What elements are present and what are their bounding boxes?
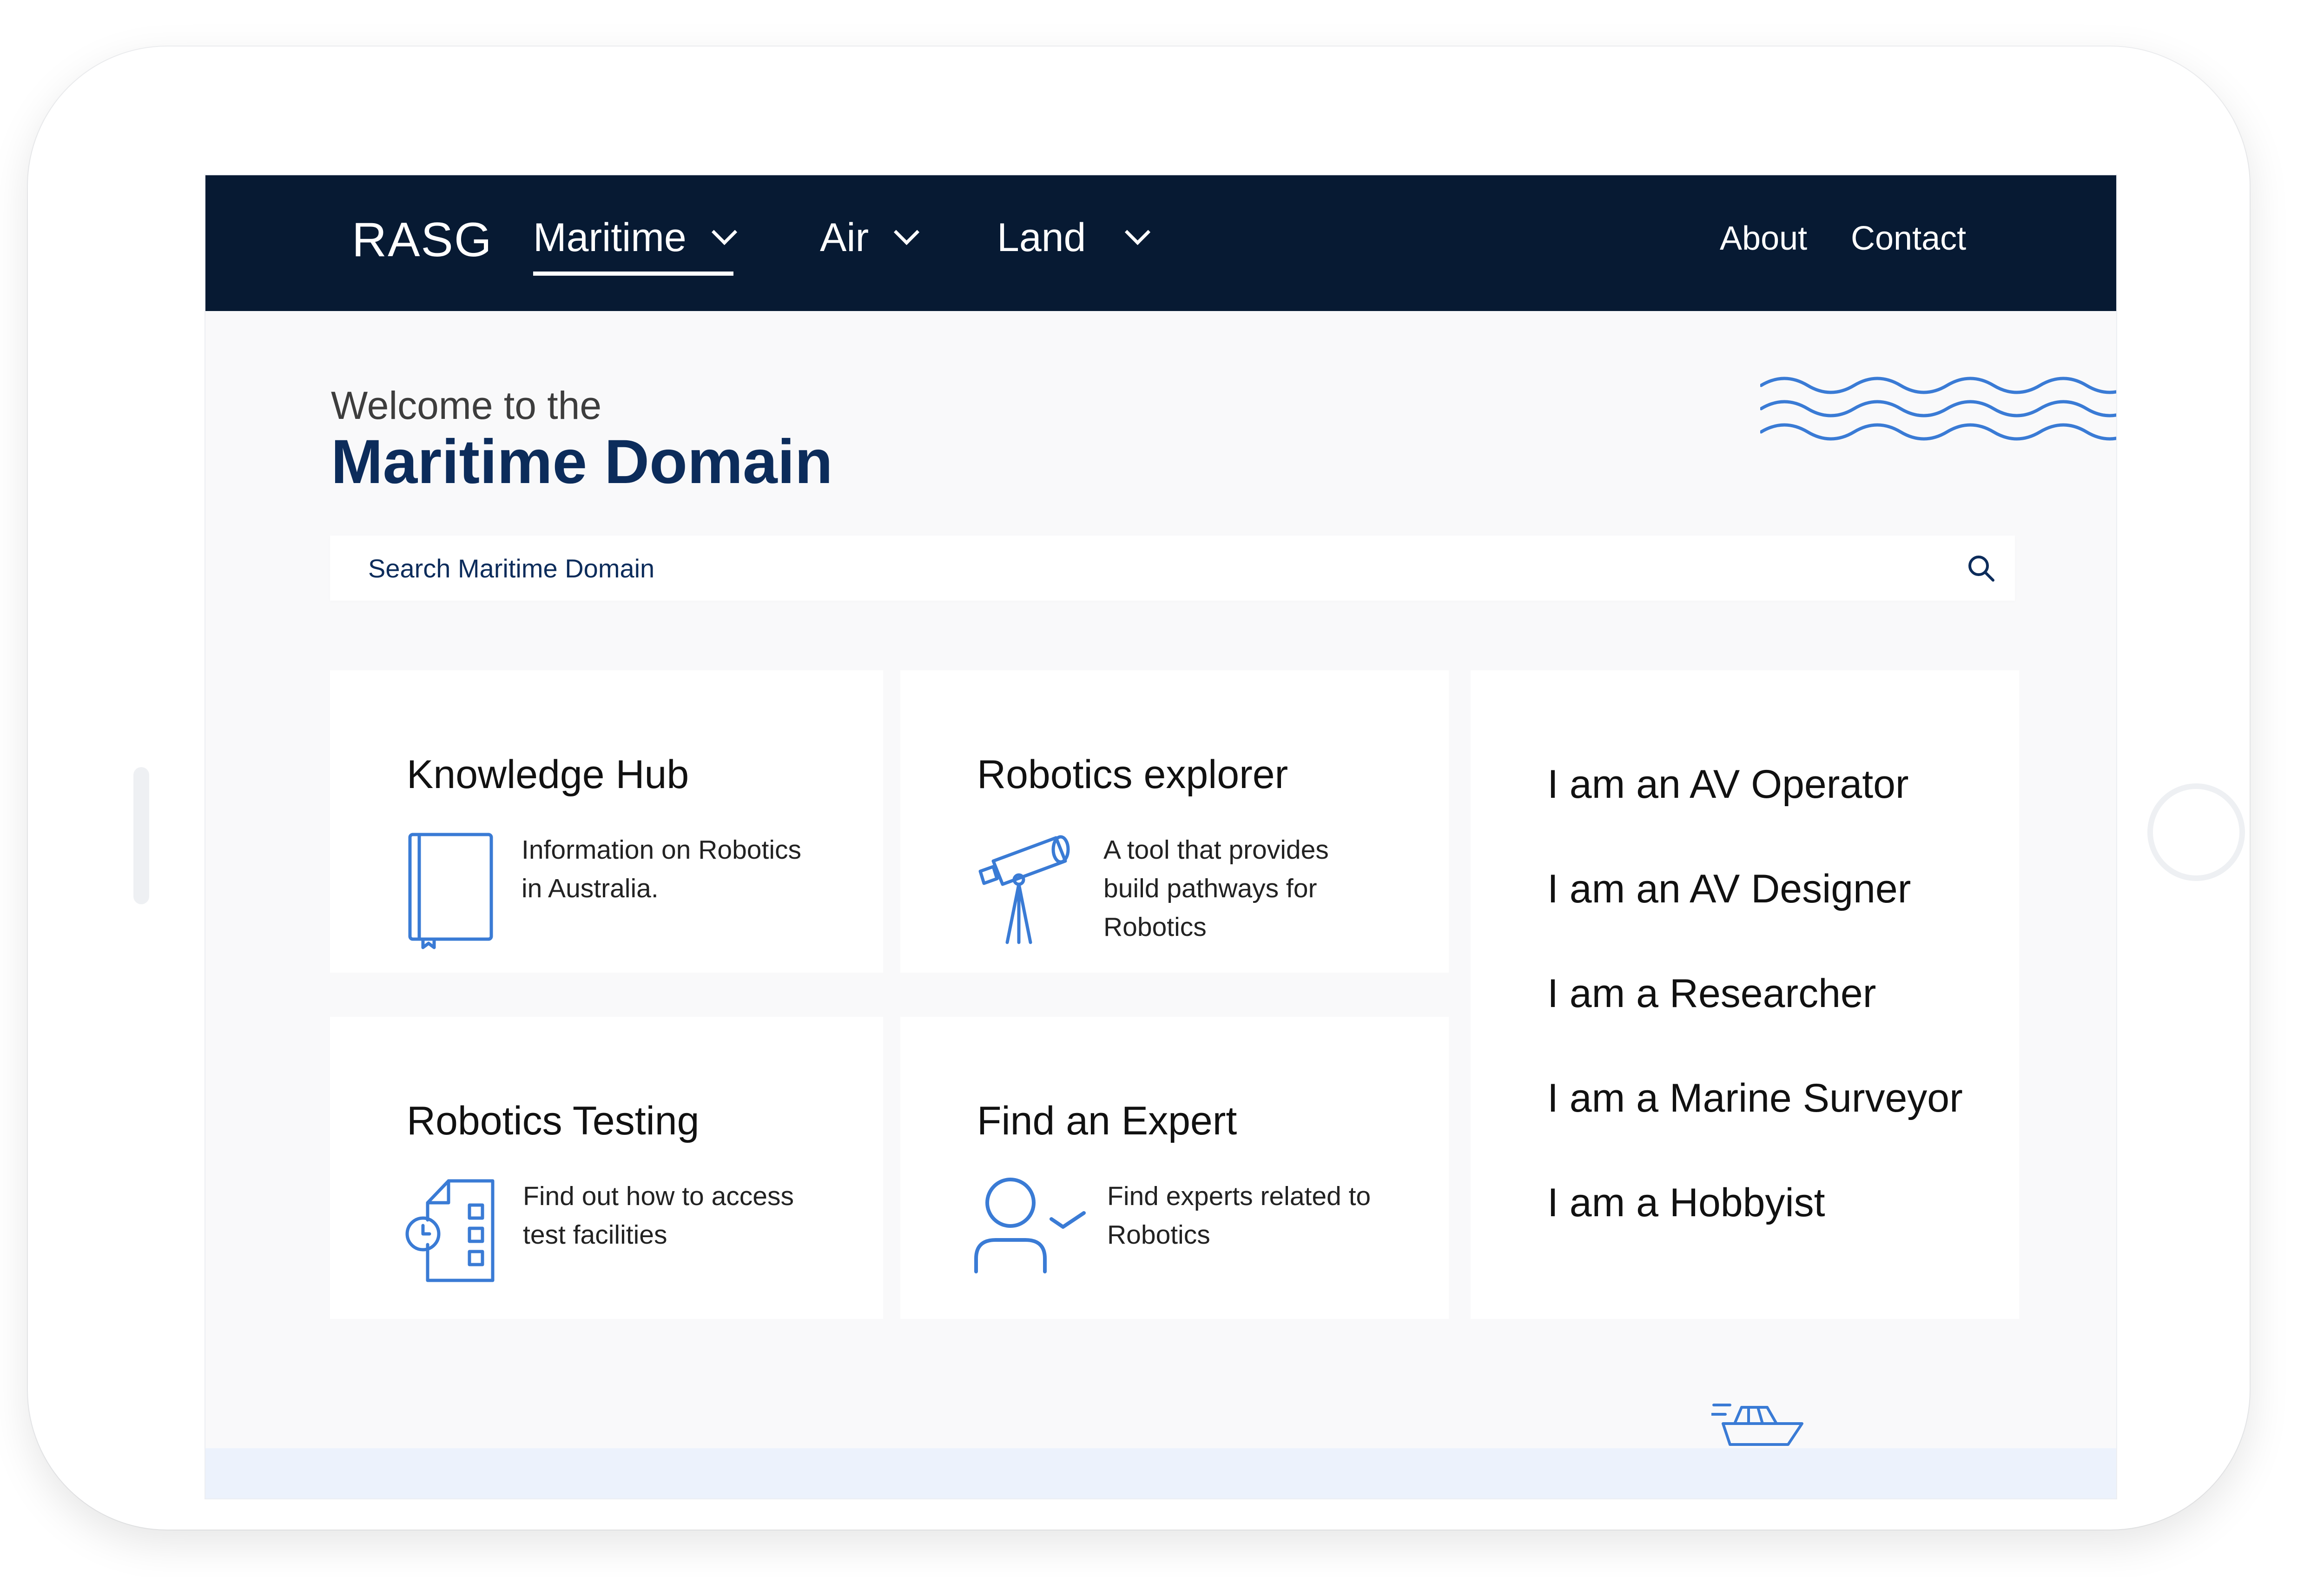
nav-link-about[interactable]: About bbox=[1720, 219, 1807, 258]
tablet-side-button bbox=[133, 767, 149, 904]
card-title: Robotics explorer bbox=[977, 752, 1288, 797]
role-link-researcher[interactable]: I am a Researcher bbox=[1547, 970, 1963, 1075]
role-link-marine-surveyor[interactable]: I am a Marine Surveyor bbox=[1547, 1075, 1963, 1179]
waves-decoration bbox=[1760, 377, 2116, 441]
telescope-icon bbox=[978, 835, 1070, 944]
card-find-an-expert[interactable]: Find an Expert Find experts related to R… bbox=[900, 1017, 1449, 1319]
card-description: Find experts related to Robotics bbox=[1107, 1181, 1371, 1250]
nav-link-contact[interactable]: Contact bbox=[1851, 219, 1966, 258]
tablet-home-button bbox=[2147, 783, 2245, 881]
card-robotics-explorer[interactable]: Robotics explorer A tool that provides b… bbox=[900, 670, 1449, 973]
role-link-av-operator[interactable]: I am an AV Operator bbox=[1547, 761, 1963, 866]
nav-item-label: Maritime bbox=[533, 215, 687, 260]
book-icon bbox=[408, 833, 493, 949]
boat-icon bbox=[1711, 1404, 1803, 1446]
search-bar bbox=[330, 536, 2015, 601]
chevron-down-icon bbox=[711, 219, 737, 245]
footer-band bbox=[205, 1448, 2116, 1498]
nav-item-maritime[interactable]: Maritime bbox=[533, 215, 737, 276]
role-link-hobbyist[interactable]: I am a Hobbyist bbox=[1547, 1179, 1963, 1284]
page-title: Maritime Domain bbox=[331, 427, 833, 497]
role-link-av-designer[interactable]: I am an AV Designer bbox=[1547, 866, 1963, 970]
roles-panel: I am an AV Operator I am an AV Designer … bbox=[1471, 670, 2019, 1319]
chevron-down-icon bbox=[1125, 219, 1151, 245]
card-description: Information on Robotics in Australia. bbox=[522, 835, 801, 903]
test-document-icon bbox=[405, 1179, 495, 1282]
role-list: I am an AV Operator I am an AV Designer … bbox=[1547, 761, 1963, 1284]
top-navbar: RASG Maritime Air Land About Contact bbox=[205, 175, 2116, 311]
card-title: Robotics Testing bbox=[407, 1099, 700, 1143]
nav-item-land[interactable]: Land bbox=[997, 215, 1151, 261]
search-icon[interactable] bbox=[1965, 552, 1998, 585]
welcome-text: Welcome to the bbox=[331, 384, 602, 427]
app-screen: RASG Maritime Air Land About Contact Wel… bbox=[205, 174, 2117, 1499]
card-description: A tool that provides build pathways for … bbox=[1103, 835, 1329, 942]
nav-item-label: Land bbox=[997, 215, 1086, 260]
search-input[interactable] bbox=[330, 536, 2015, 601]
tablet-frame: RASG Maritime Air Land About Contact Wel… bbox=[28, 46, 2250, 1530]
card-knowledge-hub[interactable]: Knowledge Hub Information on Robotics in… bbox=[330, 670, 883, 973]
card-title: Find an Expert bbox=[977, 1099, 1237, 1143]
chevron-down-icon bbox=[894, 219, 920, 245]
card-title: Knowledge Hub bbox=[407, 752, 689, 797]
card-robotics-testing[interactable]: Robotics Testing Find out how to access … bbox=[330, 1017, 883, 1319]
user-check-icon bbox=[974, 1178, 1086, 1273]
nav-item-air[interactable]: Air bbox=[820, 215, 920, 261]
brand-logo[interactable]: RASG bbox=[352, 212, 493, 268]
card-description: Find out how to access test facilities bbox=[523, 1181, 794, 1250]
nav-item-label: Air bbox=[820, 215, 869, 260]
